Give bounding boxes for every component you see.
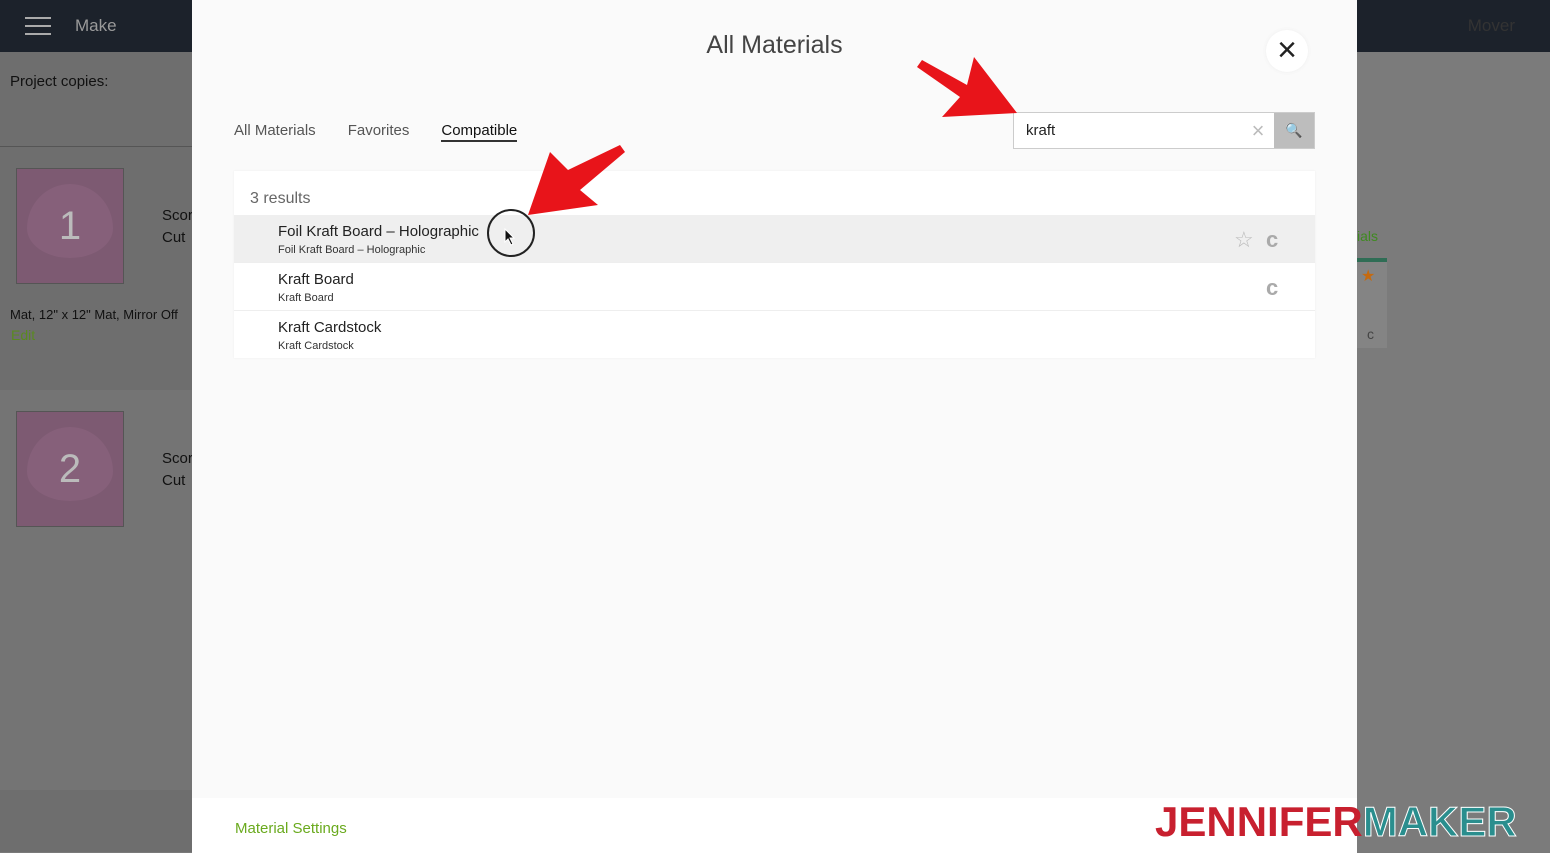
cricut-compatible-icon: c — [1266, 275, 1279, 300]
material-name: Kraft Cardstock — [278, 319, 382, 336]
jennifermaker-logo: JENNIFERMAKER — [1155, 798, 1517, 846]
material-subtitle: Foil Kraft Board – Holographic — [278, 244, 426, 256]
cricut-compatible-icon: c — [1266, 227, 1279, 252]
material-settings-link[interactable]: Material Settings — [235, 820, 347, 837]
mat-line: Scor — [162, 450, 193, 467]
clear-search-icon[interactable]: × — [1242, 113, 1274, 148]
divider — [0, 146, 192, 147]
results-count: 3 results — [250, 190, 311, 207]
search-icon: 🔍 — [1285, 122, 1303, 138]
results-list: 3 results Foil Kraft Board – Holographic… — [234, 171, 1315, 358]
search-box: × 🔍 — [1013, 112, 1315, 149]
mat-line: Scor — [162, 207, 193, 224]
modal-title: All Materials — [706, 31, 843, 59]
material-tabs: All Materials Favorites Compatible — [234, 122, 518, 142]
red-arrow-annotation — [528, 145, 625, 215]
favorite-star-icon[interactable]: ☆ — [1234, 227, 1254, 253]
right-panel-label: ials — [1357, 228, 1379, 244]
mat-line: Cut — [162, 472, 186, 489]
project-copies-label: Project copies: — [10, 73, 109, 90]
list-item[interactable]: Kraft Board Kraft Board c — [234, 263, 1315, 311]
mat-2-info: Scor Cut — [162, 448, 193, 492]
search-input[interactable] — [1014, 113, 1242, 148]
mat-number: 2 — [58, 446, 82, 491]
material-subtitle: Kraft Cardstock — [278, 340, 354, 352]
cricut-icon: c — [1367, 326, 1374, 342]
list-item[interactable]: Foil Kraft Board – Holographic Foil Kraf… — [234, 215, 1315, 263]
material-subtitle: Kraft Board — [278, 292, 334, 304]
tab-favorites[interactable]: Favorites — [348, 122, 410, 142]
mat-info: Mat, 12" x 12" Mat, Mirror Off — [10, 307, 178, 322]
mat-1-info: Scor Cut — [162, 205, 193, 249]
mat-thumbnail-2[interactable]: 2 — [16, 411, 124, 527]
tab-compatible[interactable]: Compatible — [441, 122, 518, 142]
close-button[interactable]: × — [1266, 30, 1308, 72]
red-arrow-annotation — [917, 57, 1017, 117]
edit-link[interactable]: Edit — [11, 327, 35, 343]
app-title: Make — [75, 16, 117, 35]
material-name: Foil Kraft Board – Holographic — [278, 223, 479, 240]
star-icon: ★ — [1361, 268, 1376, 285]
mat-thumbnail-1[interactable]: 1 — [16, 168, 124, 284]
material-name: Kraft Board — [278, 271, 354, 288]
mat-line: Cut — [162, 229, 186, 246]
hamburger-menu-icon[interactable] — [25, 17, 51, 35]
right-panel — [1357, 52, 1550, 852]
tab-all-materials[interactable]: All Materials — [234, 122, 316, 142]
close-icon: × — [1277, 31, 1297, 69]
list-item[interactable]: Kraft Cardstock Kraft Cardstock — [234, 311, 1315, 359]
mouse-pointer-icon — [504, 228, 516, 246]
mat-number: 1 — [58, 203, 82, 248]
search-button[interactable]: 🔍 — [1274, 113, 1314, 148]
all-materials-modal: All Materials × All Materials Favorites … — [192, 0, 1357, 853]
top-right-label: Mover — [1467, 16, 1515, 35]
